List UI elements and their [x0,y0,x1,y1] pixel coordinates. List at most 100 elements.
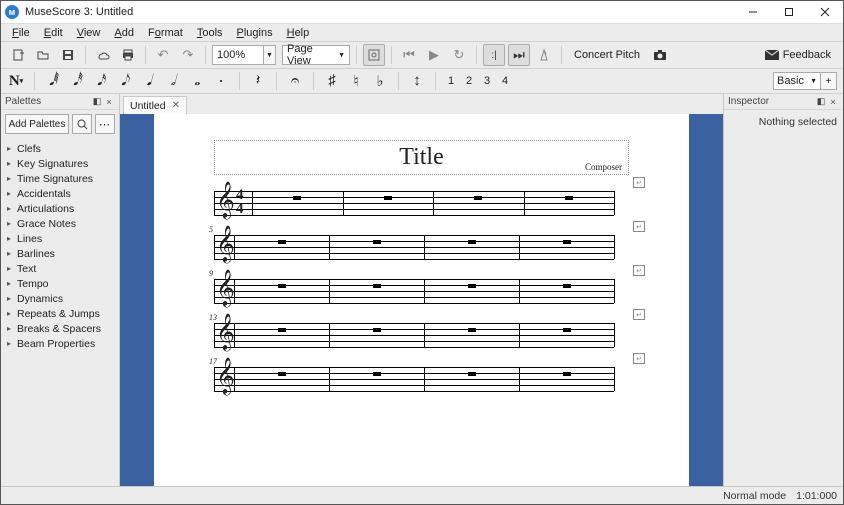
add-palettes-button[interactable]: Add Palettes [5,114,69,134]
note-whole-icon[interactable]: 𝅝 [188,71,206,91]
menu-format[interactable]: Format [141,25,190,41]
palette-item[interactable]: ▸Repeats & Jumps [1,306,119,321]
palettes-more-button[interactable]: ⋯ [95,114,115,134]
tab-untitled[interactable]: Untitled ✕ [123,96,187,114]
note-input-mode-icon[interactable]: N▾ [7,71,25,91]
new-file-icon[interactable] [7,44,29,66]
voice-2[interactable]: 2 [463,72,475,90]
separator [356,46,357,64]
menu-add[interactable]: Add [107,25,141,41]
staff-system[interactable]: 13↵𝄞 [214,323,629,347]
cloud-icon[interactable] [92,44,114,66]
note-32nd-icon[interactable]: 𝅘𝅥𝅰 [68,71,86,91]
flip-icon[interactable]: ↕ [408,71,426,91]
palette-item[interactable]: ▸Barlines [1,246,119,261]
menu-file[interactable]: File [5,25,37,41]
system-break-icon[interactable]: ↵ [633,265,645,276]
palette-item[interactable]: ▸Breaks & Spacers [1,321,119,336]
redo-icon[interactable]: ↷ [177,44,199,66]
loop-icon[interactable]: ↻ [448,44,470,66]
palette-item[interactable]: ▸Accidentals [1,186,119,201]
camera-icon[interactable] [649,44,671,66]
palette-item[interactable]: ▸Grace Notes [1,216,119,231]
system-break-icon[interactable]: ↵ [633,353,645,364]
view-mode-select[interactable]: Page View▼ [282,45,350,65]
play-repeats-icon[interactable]: :| [483,44,505,66]
whole-rest [373,328,381,332]
zoom-dropdown[interactable]: ▼ [264,45,276,65]
system-break-icon[interactable]: ↵ [633,177,645,188]
chevron-right-icon: ▸ [7,174,17,183]
close-panel-icon[interactable]: × [827,97,839,107]
rewind-icon[interactable]: ⏮ [398,44,420,66]
note-64th-icon[interactable]: 𝅘𝅥𝅱 [44,71,62,91]
palette-item[interactable]: ▸Articulations [1,201,119,216]
menu-tools[interactable]: Tools [190,25,230,41]
tie-icon[interactable]: 𝄐 [286,71,304,91]
separator [561,46,562,64]
workspace-add-button[interactable]: + [821,72,837,90]
menu-edit[interactable]: Edit [37,25,70,41]
close-button[interactable] [807,1,843,23]
palette-item[interactable]: ▸Dynamics [1,291,119,306]
note-dot-icon[interactable]: · [212,71,230,91]
system-break-icon[interactable]: ↵ [633,221,645,232]
pan-playback-icon[interactable]: ⏭ [508,44,530,66]
search-palettes-button[interactable] [72,114,92,134]
inspector-panel: Inspector ◧ × Nothing selected [723,94,843,486]
close-panel-icon[interactable]: × [103,97,115,107]
note-8th-icon[interactable]: 𝅘𝅥𝅮 [116,71,134,91]
palette-item[interactable]: ▸Tempo [1,276,119,291]
zoom-input[interactable]: 100% [212,45,264,65]
image-capture-icon[interactable] [363,44,385,66]
feedback-button[interactable]: Feedback [759,47,837,63]
voice-3[interactable]: 3 [481,72,493,90]
note-half-icon[interactable]: 𝅗𝅥 [164,71,182,91]
palette-item[interactable]: ▸Key Signatures [1,156,119,171]
undo-icon[interactable]: ↶ [152,44,174,66]
play-icon[interactable]: ▶ [423,44,445,66]
palette-item[interactable]: ▸Beam Properties [1,336,119,351]
main-toolbar: ↶ ↷ 100% ▼ Page View▼ ⏮ ▶ ↻ :| ⏭ Concert… [1,42,843,69]
open-file-icon[interactable] [32,44,54,66]
natural-icon[interactable]: ♮ [347,71,365,91]
concert-pitch-button[interactable]: Concert Pitch [568,47,646,63]
maximize-button[interactable] [771,1,807,23]
staff-system[interactable]: 9↵𝄞 [214,279,629,303]
menu-plugins[interactable]: Plugins [230,25,280,41]
system-break-icon[interactable]: ↵ [633,309,645,320]
rest-icon[interactable]: 𝄽 [249,71,267,91]
title-frame[interactable]: Title Composer [214,140,629,175]
score-canvas[interactable]: Title Composer ↵𝄞44 5↵𝄞 9↵𝄞 13↵𝄞 17↵𝄞 [120,114,723,486]
metronome-icon[interactable] [533,44,555,66]
staff-system[interactable]: ↵𝄞44 [214,191,629,215]
sharp-icon[interactable]: ♯ [323,71,341,91]
minimize-button[interactable] [735,1,771,23]
menu-help[interactable]: Help [280,25,317,41]
score-title[interactable]: Title [221,144,622,171]
separator [435,72,436,90]
save-icon[interactable] [57,44,79,66]
palette-item[interactable]: ▸Clefs [1,141,119,156]
print-icon[interactable] [117,44,139,66]
envelope-icon [765,50,779,60]
undock-icon[interactable]: ◧ [815,96,827,107]
menu-view[interactable]: View [70,25,108,41]
voice-4[interactable]: 4 [499,72,511,90]
menubar: File Edit View Add Format Tools Plugins … [1,23,843,42]
palette-item[interactable]: ▸Lines [1,231,119,246]
titlebar: м MuseScore 3: Untitled [1,1,843,23]
workspace-select[interactable]: Basic▼ [773,72,821,90]
voice-1[interactable]: 1 [445,72,457,90]
palette-label: Grace Notes [17,218,76,230]
note-quarter-icon[interactable]: 𝅘𝅥 [140,71,158,91]
palette-item[interactable]: ▸Text [1,261,119,276]
flat-icon[interactable]: ♭ [371,71,389,91]
palette-item[interactable]: ▸Time Signatures [1,171,119,186]
score-composer[interactable]: Composer [585,162,622,172]
note-16th-icon[interactable]: 𝅘𝅥𝅯 [92,71,110,91]
staff-system[interactable]: 5↵𝄞 [214,235,629,259]
close-tab-icon[interactable]: ✕ [172,100,180,111]
staff-system[interactable]: 17↵𝄞 [214,367,629,391]
undock-icon[interactable]: ◧ [91,96,103,107]
